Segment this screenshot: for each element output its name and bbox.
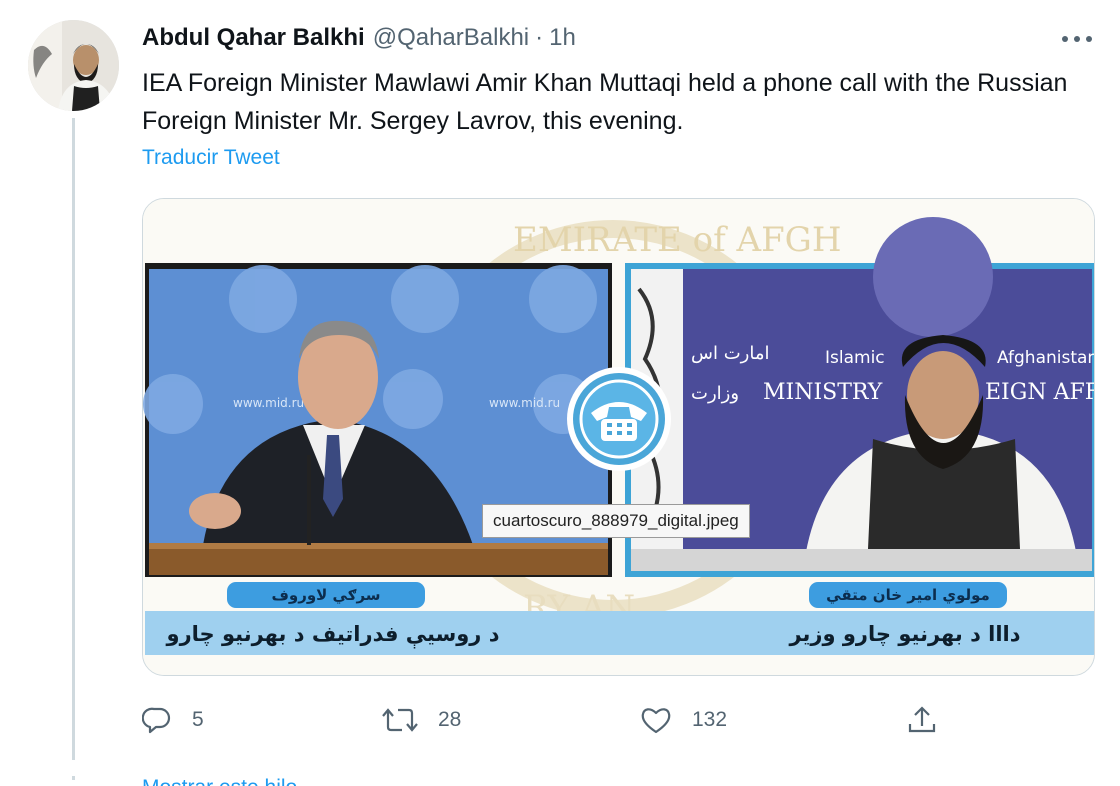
share-icon <box>908 706 936 733</box>
backdrop-text: www.mid.ru <box>489 396 560 410</box>
heart-icon <box>641 708 671 734</box>
filename-tooltip: cuartoscuro_888979_digital.jpeg <box>482 504 750 538</box>
author-name[interactable]: Abdul Qahar Balkhi <box>142 24 365 52</box>
backdrop-text: MINISTRY <box>763 380 883 405</box>
more-dot <box>1086 36 1092 42</box>
backdrop-text: امارت اس <box>691 343 769 364</box>
telephone-icon <box>567 367 671 471</box>
like-count: 132 <box>692 708 728 731</box>
tweet-timestamp[interactable]: 1h <box>549 24 576 52</box>
right-name-label: مولوي امير خان متقي <box>826 586 990 605</box>
thread-line <box>72 118 75 760</box>
tweet-text: IEA Foreign Minister Mawlawi Amir Khan M… <box>142 69 1068 135</box>
share-button[interactable] <box>906 702 958 738</box>
avatar[interactable] <box>28 20 119 111</box>
tweet-header: Abdul Qahar Balkhi @QaharBalkhi · 1h <box>142 24 576 56</box>
media-image: EMIRATE of AFGH RY AN www.mid.ru www.mid… <box>143 199 1095 675</box>
reply-count: 5 <box>192 708 204 731</box>
show-thread-link[interactable]: Mostrar este hilo <box>142 770 297 786</box>
watermark-top-text: EMIRATE of AFGH <box>513 220 841 260</box>
thread-line-end <box>72 776 75 780</box>
like-button[interactable]: 132 <box>640 702 727 738</box>
left-caption: د روسيې فدراتيف د بهرنيو چارو <box>166 622 500 649</box>
more-dot <box>1074 36 1080 42</box>
reply-icon <box>142 707 171 734</box>
retweet-icon <box>382 708 418 732</box>
avatar-image <box>28 20 119 111</box>
author-handle[interactable]: @QaharBalkhi <box>373 24 529 52</box>
left-name-label: سرګي لاوروف <box>271 586 380 604</box>
retweet-count: 28 <box>438 708 462 731</box>
backdrop-text: EIGN AFF <box>985 380 1095 405</box>
right-caption: دااا د بهرنيو چارو وزير <box>788 622 1020 646</box>
tweet-actions: 5 28 132 <box>142 702 942 738</box>
tweet-media[interactable]: EMIRATE of AFGH RY AN www.mid.ru www.mid… <box>142 198 1095 676</box>
backdrop-text: www.mid.ru <box>233 396 304 410</box>
backdrop-text: وزارت <box>691 383 739 404</box>
more-horizontal-icon[interactable] <box>1062 30 1092 48</box>
backdrop-text: Afghanistan <box>997 348 1095 368</box>
translate-tweet-link[interactable]: Traducir Tweet <box>142 146 280 170</box>
header-separator: · <box>535 24 544 51</box>
reply-button[interactable]: 5 <box>142 702 204 738</box>
retweet-button[interactable]: 28 <box>382 702 461 738</box>
more-dot <box>1062 36 1068 42</box>
backdrop-text: Islamic <box>825 348 885 368</box>
